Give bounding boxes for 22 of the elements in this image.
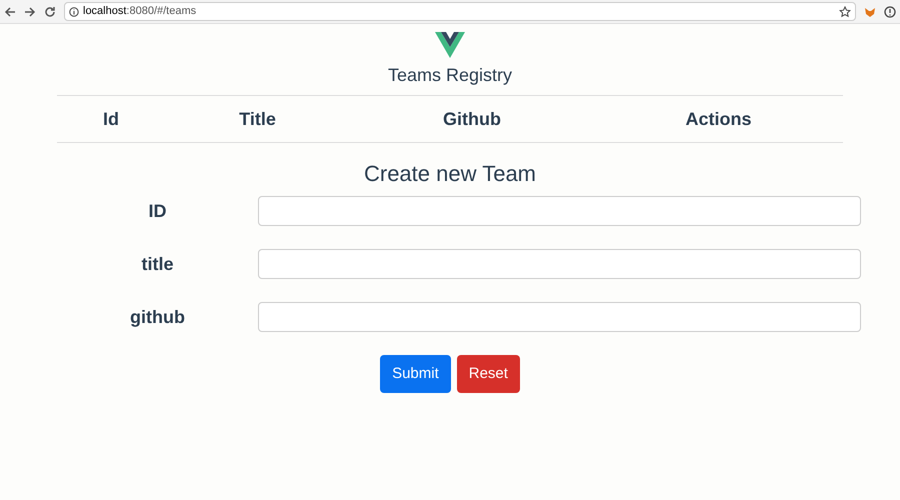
app-title: Teams Registry xyxy=(388,64,512,87)
column-header: Github xyxy=(443,108,501,130)
column-header: Title xyxy=(239,108,276,130)
column-header: Actions xyxy=(685,108,752,130)
extension-icon[interactable] xyxy=(864,6,876,18)
field-label: ID xyxy=(148,200,166,222)
star-icon[interactable] xyxy=(839,6,851,18)
forward-icon[interactable] xyxy=(24,6,36,18)
back-icon[interactable] xyxy=(4,6,16,18)
address-text: localhost:8080/#/teams xyxy=(83,4,196,20)
input-field[interactable] xyxy=(258,302,861,332)
field-label: title xyxy=(141,252,174,276)
input-field[interactable] xyxy=(258,249,861,279)
column-header: Id xyxy=(103,108,119,130)
field-label: github xyxy=(130,306,185,329)
reload-icon[interactable] xyxy=(44,6,56,18)
address-field[interactable]: localhost:8080/#/teams xyxy=(64,2,856,21)
logo-icon xyxy=(435,32,465,58)
submit-button[interactable]: Submit xyxy=(380,355,451,393)
input-field[interactable] xyxy=(258,196,861,226)
reset-button[interactable]: Reset xyxy=(456,355,520,393)
form-heading: Create new Team xyxy=(364,160,536,188)
